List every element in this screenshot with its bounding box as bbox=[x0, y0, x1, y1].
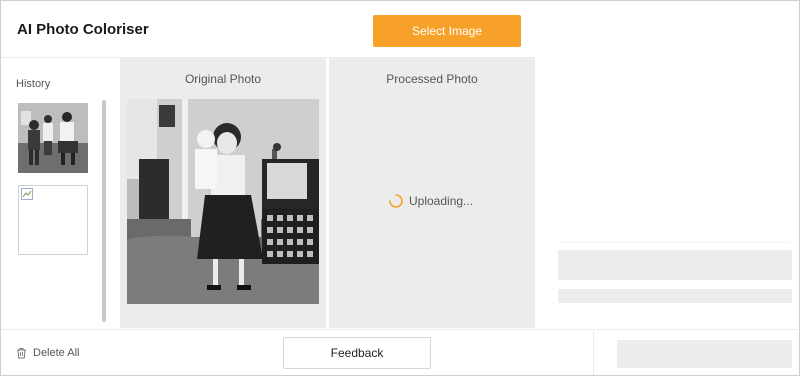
history-label: History bbox=[16, 78, 51, 90]
page-title: AI Photo Coloriser bbox=[17, 21, 149, 38]
broken-image-icon bbox=[21, 188, 33, 200]
header: AI Photo Coloriser Select Image bbox=[1, 1, 535, 58]
upload-status-text: Uploading... bbox=[409, 194, 474, 208]
trash-icon bbox=[17, 348, 26, 359]
original-photo-panel: Original Photo bbox=[120, 58, 326, 328]
skeleton-placeholder bbox=[617, 340, 792, 368]
history-sidebar: History bbox=[1, 58, 119, 328]
upload-status: Uploading... bbox=[389, 194, 473, 208]
processed-photo-title: Processed Photo bbox=[386, 72, 478, 86]
history-thumbnail[interactable] bbox=[18, 103, 88, 173]
processed-photo-panel: Processed Photo Uploading... bbox=[329, 58, 535, 328]
original-photo bbox=[127, 99, 319, 304]
select-image-button[interactable]: Select Image bbox=[373, 15, 521, 47]
history-thumbnail-empty[interactable] bbox=[18, 185, 88, 255]
loading-spinner-icon bbox=[389, 194, 403, 208]
sidebar-scrollbar[interactable] bbox=[102, 100, 106, 322]
delete-all-button[interactable]: Delete All bbox=[16, 347, 79, 359]
skeleton-placeholder bbox=[558, 250, 792, 280]
feedback-button[interactable]: Feedback bbox=[283, 337, 431, 369]
delete-all-label: Delete All bbox=[33, 347, 80, 359]
skeleton-divider bbox=[560, 242, 790, 243]
footer-separator bbox=[593, 330, 594, 375]
skeleton-placeholder bbox=[558, 289, 792, 303]
original-photo-title: Original Photo bbox=[184, 72, 262, 86]
footer-divider bbox=[1, 329, 798, 330]
